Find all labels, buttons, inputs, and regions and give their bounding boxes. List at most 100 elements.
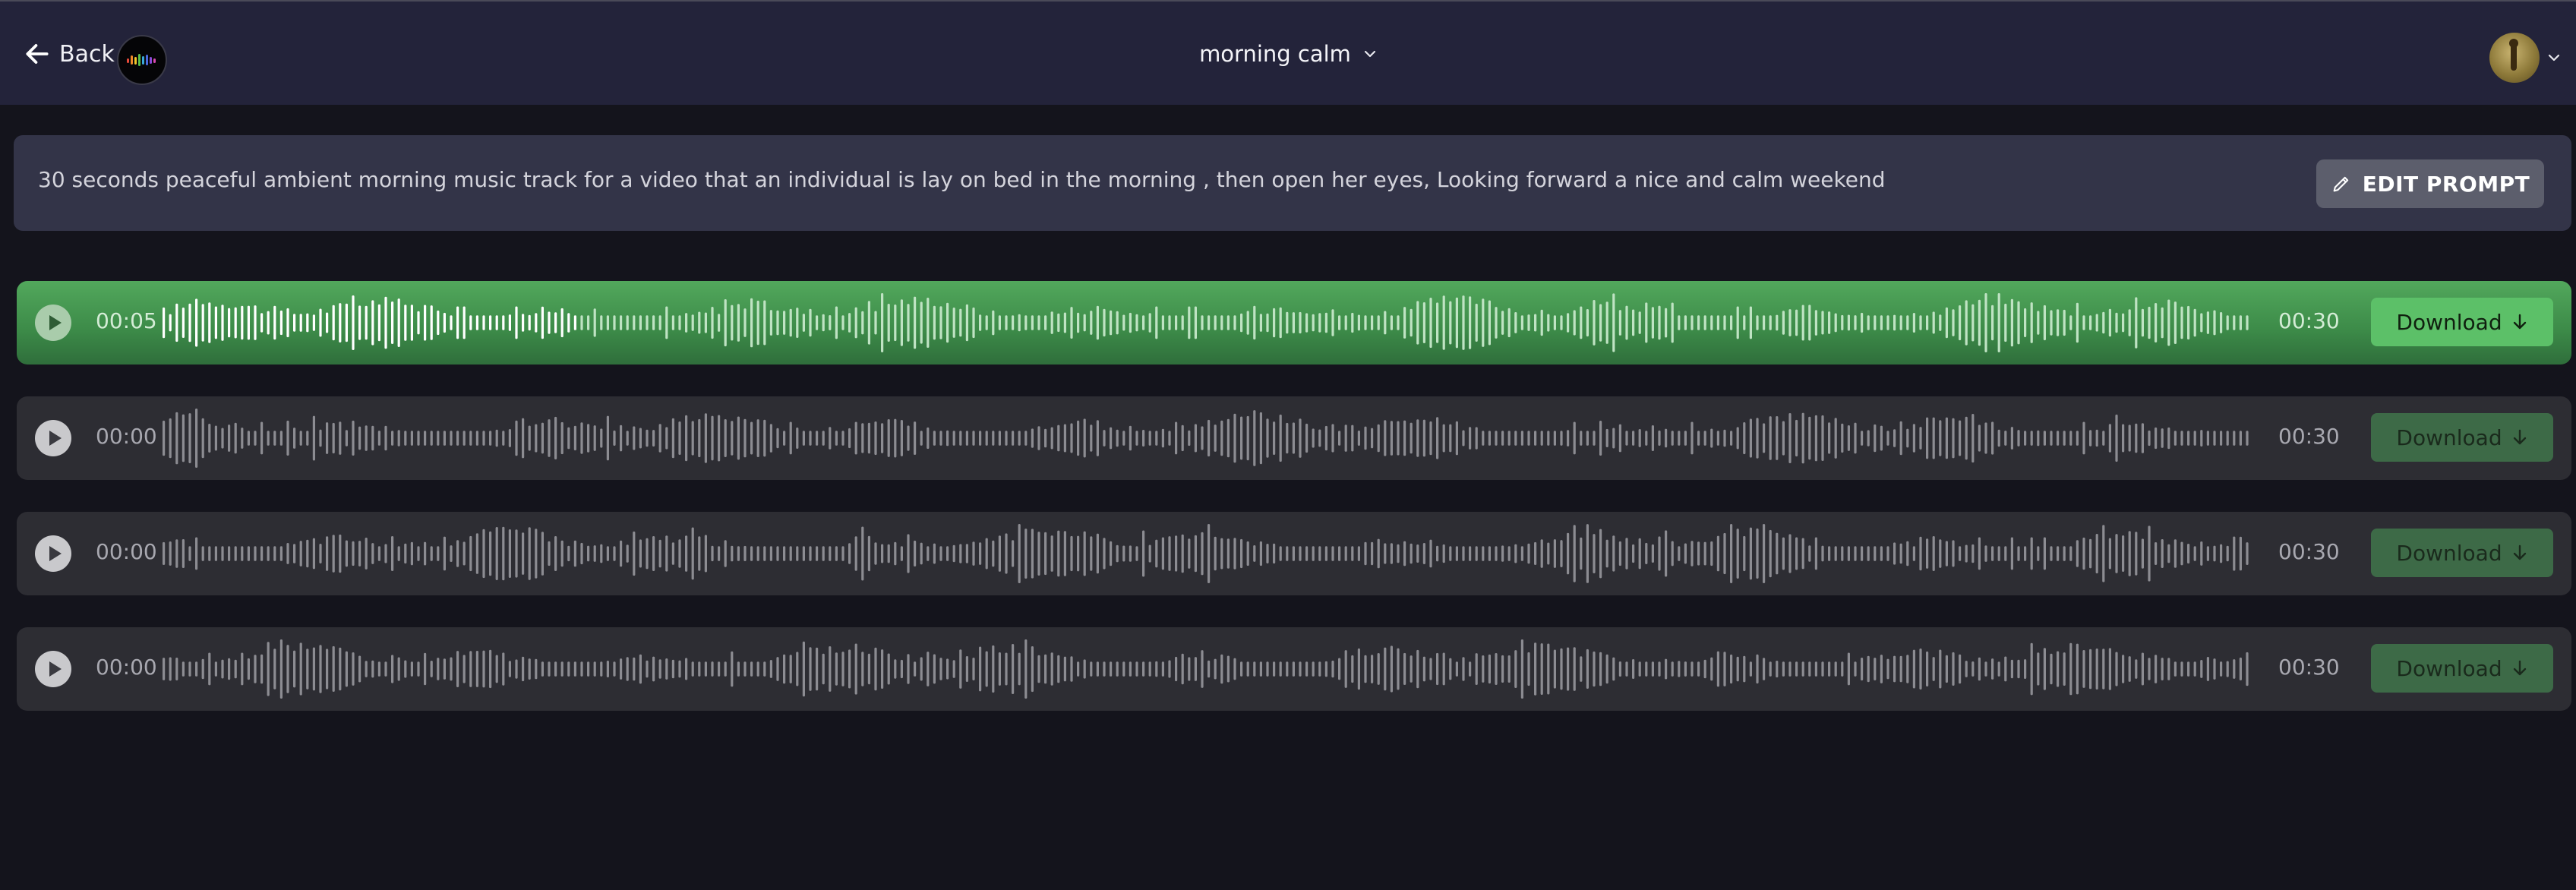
waveform-bar [1005, 431, 1008, 446]
download-button[interactable]: Download [2371, 413, 2553, 462]
waveform-bar [1547, 542, 1550, 565]
waveform-bar [1723, 532, 1726, 575]
waveform-bar [1063, 656, 1066, 682]
waveform-bar [339, 534, 342, 573]
waveform-bar [1455, 661, 1458, 677]
waveform-bar [195, 298, 198, 347]
waveform-bar [2082, 421, 2085, 455]
waveform-bar [665, 658, 668, 680]
waveform-bar [1567, 313, 1570, 333]
waveform-bar [2004, 656, 2007, 682]
waveform-bar [169, 541, 172, 566]
waveform-bar [2095, 429, 2098, 447]
waveform-bar [1397, 648, 1400, 690]
waveform[interactable] [163, 409, 2259, 468]
waveform-bar [1266, 418, 1269, 458]
waveform-bar [1618, 661, 1621, 677]
waveform-bar [1834, 418, 1837, 459]
waveform-bar [214, 546, 217, 561]
waveform-bar [633, 657, 636, 681]
waveform-bar [1377, 424, 1380, 453]
waveform-bar [2148, 525, 2151, 582]
waveform-bar [1756, 654, 1759, 684]
waveform-bar [1083, 314, 1086, 332]
waveform-bar [1651, 425, 1654, 451]
waveform-bar [1861, 546, 1864, 561]
waveform[interactable] [163, 639, 2259, 699]
waveform-bar [1651, 661, 1654, 677]
waveform-bar [1208, 524, 1211, 583]
waveform-bar [1854, 422, 1857, 454]
edit-prompt-button[interactable]: EDIT PROMPT [2316, 159, 2544, 208]
waveform-bar [1371, 655, 1374, 683]
waveform-bar [626, 431, 629, 446]
waveform-bar [992, 540, 995, 567]
waveform-bar [613, 661, 616, 677]
waveform-bar [1932, 536, 1935, 571]
account-menu[interactable] [2489, 29, 2561, 87]
waveform-bar [560, 421, 564, 455]
waveform-bar [724, 299, 727, 347]
waveform-bar [704, 661, 707, 677]
play-button[interactable] [35, 305, 71, 341]
waveform-bar [2037, 430, 2040, 447]
play-button[interactable] [35, 651, 71, 687]
waveform-bar [737, 416, 740, 460]
waveform-bar [241, 428, 244, 449]
download-button[interactable]: Download [2371, 298, 2553, 346]
download-button[interactable]: Download [2371, 644, 2553, 693]
waveform-bar [1763, 315, 1766, 330]
waveform[interactable] [163, 293, 2259, 352]
waveform[interactable] [163, 524, 2259, 583]
waveform-bar [698, 536, 701, 571]
waveform-bar [1299, 311, 1302, 334]
waveform-bar [1351, 312, 1354, 333]
play-button[interactable] [35, 420, 71, 456]
waveform-bar [1984, 545, 1987, 562]
waveform-bar [1246, 415, 1249, 461]
waveform-bar [2226, 431, 2229, 446]
waveform-bar [1952, 540, 1955, 567]
waveform-bar [1520, 639, 1523, 699]
waveform-bar [1044, 315, 1047, 330]
waveform-bar [743, 661, 747, 677]
waveform-bar [789, 308, 792, 337]
waveform-bar [2089, 315, 2092, 330]
waveform-bar [600, 315, 603, 330]
waveform-bar [1495, 431, 1498, 446]
waveform-bar [1410, 543, 1413, 564]
waveform-bar [299, 541, 302, 567]
waveform-bar [1658, 430, 1661, 446]
waveform-bar [1919, 427, 1922, 450]
waveform-bar [1181, 315, 1184, 330]
duration: 00:30 [2278, 308, 2340, 333]
waveform-bar [1416, 419, 1419, 457]
waveform-bar [279, 546, 283, 561]
waveform-bar [587, 545, 590, 562]
waveform-bar [1201, 532, 1204, 576]
waveform-bar [567, 313, 570, 333]
waveform-bar [2141, 652, 2144, 686]
waveform-bar [718, 661, 721, 677]
project-title-dropdown[interactable]: morning calm [1199, 41, 1377, 67]
waveform-bar [1371, 428, 1374, 449]
waveform-bar [809, 308, 812, 337]
waveform-bar [580, 542, 583, 565]
waveform-bar [462, 655, 466, 683]
waveform-bar [1122, 545, 1125, 562]
waveform-bar [1743, 535, 1746, 572]
waveform-bar [1632, 659, 1635, 679]
waveform-bar [2206, 431, 2209, 446]
waveform-bar [1514, 312, 1517, 333]
waveform-bar [750, 546, 753, 561]
waveform-bar [822, 431, 825, 446]
waveform-bar [522, 314, 525, 332]
waveform-bar [1971, 304, 1975, 342]
waveform-bar [822, 546, 825, 561]
download-button[interactable]: Download [2371, 529, 2553, 577]
waveform-bar [1926, 417, 1929, 459]
play-button[interactable] [35, 535, 71, 572]
waveform-bar [874, 542, 877, 565]
waveform-bar [1292, 661, 1295, 677]
waveform-bar [371, 425, 374, 451]
